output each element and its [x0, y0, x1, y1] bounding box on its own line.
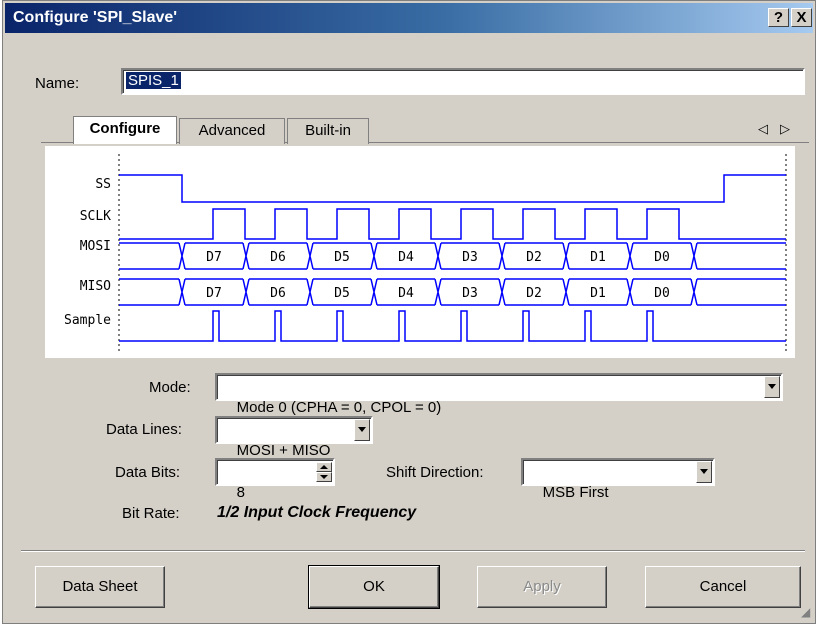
shift-direction-label: Shift Direction: [386, 464, 484, 481]
data-bits-up-icon[interactable] [316, 462, 332, 472]
mosi-bit-label: D2 [526, 250, 542, 265]
help-button[interactable]: ? [768, 8, 789, 27]
apply-button: Apply [477, 566, 607, 608]
timing-diagram-panel: SS SCLK MOSI MISO Sample D7 D6 D5 D4 D3 D2 D1 D0 D7 D6… [45, 146, 795, 358]
data-lines-select-value: MOSI + MISO [236, 442, 331, 459]
tab-built-in[interactable]: Built-in [287, 118, 369, 144]
mode-dropdown-chevron-icon[interactable] [764, 376, 780, 398]
signal-label-mosi: MOSI [80, 239, 111, 254]
sample-waveform [119, 310, 786, 342]
mode-select[interactable]: Mode 0 (CPHA = 0, CPOL = 0) [215, 373, 783, 416]
data-lines-dropdown-chevron-icon[interactable] [354, 419, 370, 441]
ok-button[interactable]: OK [308, 565, 440, 609]
data-bits-down-icon[interactable] [316, 472, 332, 482]
window-title: Configure 'SPI_Slave' [13, 9, 178, 26]
mode-select-value: Mode 0 (CPHA = 0, CPOL = 0) [236, 399, 442, 416]
data-bits-spinner[interactable]: 8 [215, 458, 335, 501]
miso-bit-label: D6 [270, 286, 286, 301]
mosi-bit-label: D7 [206, 250, 222, 265]
miso-bit-label: D2 [526, 286, 542, 301]
name-label: Name: [35, 75, 80, 92]
close-button[interactable]: X [791, 8, 812, 27]
signal-label-sclk: SCLK [80, 209, 111, 224]
ss-waveform [119, 174, 786, 203]
mosi-bit-label: D5 [334, 250, 350, 265]
miso-bit-label: D4 [398, 286, 414, 301]
name-input[interactable]: SPIS_1 [121, 68, 805, 95]
data-bits-label: Data Bits: [115, 464, 181, 481]
configure-dialog: Configure 'SPI_Slave' ? X Name: SPIS_1 C… [2, 0, 816, 624]
miso-bit-label: D0 [654, 286, 670, 301]
data-lines-select[interactable]: MOSI + MISO [215, 416, 373, 459]
data-lines-label: Data Lines: [106, 421, 182, 438]
mode-label: Mode: [149, 379, 191, 396]
shift-direction-select[interactable]: MSB First [521, 458, 715, 501]
mosi-bit-label: D6 [270, 250, 286, 265]
signal-label-miso: MISO [80, 279, 111, 294]
shift-direction-select-value: MSB First [542, 484, 609, 501]
miso-bit-label: D5 [334, 286, 350, 301]
sclk-waveform [119, 208, 786, 240]
mosi-bit-label: D0 [654, 250, 670, 265]
bit-rate-value: 1/2 Input Clock Frequency [217, 504, 417, 521]
bit-rate-label: Bit Rate: [122, 505, 180, 522]
miso-bit-label: D3 [462, 286, 478, 301]
title-bar[interactable]: Configure 'SPI_Slave' ? X [5, 3, 813, 33]
shift-direction-dropdown-chevron-icon[interactable] [696, 461, 712, 483]
name-input-value: SPIS_1 [126, 72, 181, 89]
separator [21, 550, 805, 552]
tab-advanced[interactable]: Advanced [179, 118, 285, 144]
mosi-bit-label: D3 [462, 250, 478, 265]
data-sheet-button[interactable]: Data Sheet [35, 566, 165, 608]
data-bits-value: 8 [236, 484, 246, 501]
miso-bit-label: D7 [206, 286, 222, 301]
signal-label-sample: Sample [64, 313, 111, 328]
resize-grip-icon[interactable]: ◢ [801, 605, 810, 619]
tab-scroll-right-icon[interactable]: ▷ [780, 121, 790, 137]
timing-diagram: SS SCLK MOSI MISO Sample D7 D6 D5 D4 D3 D2 D1 D0 D7 D6… [64, 154, 787, 354]
signal-label-ss: SS [95, 177, 111, 192]
cancel-button[interactable]: Cancel [645, 566, 801, 608]
mosi-bit-label: D1 [590, 250, 606, 265]
tab-scroll-left-icon[interactable]: ◁ [758, 121, 768, 137]
tab-configure[interactable]: Configure [73, 116, 177, 144]
mosi-bit-label: D4 [398, 250, 414, 265]
miso-bit-label: D1 [590, 286, 606, 301]
